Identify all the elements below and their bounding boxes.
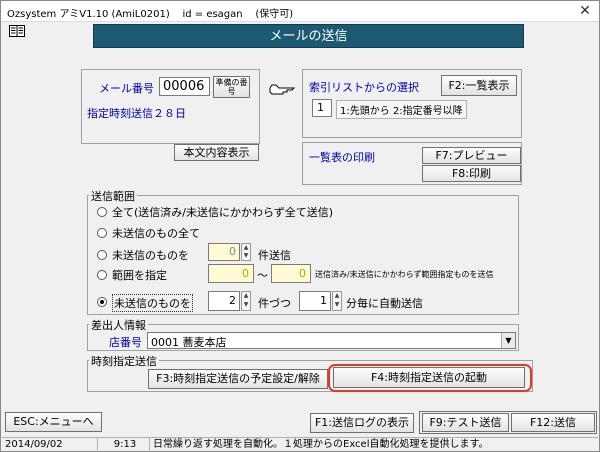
send-log-button[interactable]: F1:送信ログの表示 <box>310 413 414 433</box>
pointing-hand-icon <box>269 84 295 95</box>
status-bar: 2014/09/02 9:13 日常繰り返す処理を自動化。１処理からのExcel… <box>2 437 598 452</box>
store-select-value: 0001 蕎麦本店 <box>151 336 227 349</box>
highlight-ring <box>328 364 532 392</box>
scheduled-send-label: 指定時刻送信２８日 <box>87 107 186 120</box>
index-mode-field[interactable]: 1 <box>312 99 332 117</box>
esc-menu-button[interactable]: ESC:メニューへ <box>5 412 102 432</box>
book-icon[interactable] <box>9 25 25 37</box>
prepare-number-button[interactable]: 準備の番号 <box>213 76 250 98</box>
auto-interval-suffix: 分毎に自動送信 <box>346 297 423 310</box>
mail-number-field[interactable]: 00006 <box>159 77 210 96</box>
status-time: 9:13 <box>98 438 150 452</box>
close-button[interactable]: ✕ <box>577 3 593 19</box>
range-to-field[interactable]: 0 <box>271 264 311 283</box>
title-bar: Ozsystem アミV1.10 (AmiL0201) id = esagan … <box>1 1 599 22</box>
auto-count-field[interactable]: 2 <box>208 291 240 311</box>
index-mode-description: 1:先頭から 2:指定番号以降 <box>336 100 467 119</box>
schedule-title: 時刻指定送信 <box>89 353 159 369</box>
test-send-button[interactable]: F9:テスト送信 <box>422 413 509 432</box>
print-button[interactable]: F8:印刷 <box>422 165 521 182</box>
radio-unsent-all-label: 未送信のもの全て <box>112 227 200 240</box>
radio-auto-send-label: 未送信のものを <box>112 294 193 312</box>
status-message: 日常繰り返す処理を自動化。１処理からのExcel自動化処理を提供します。 <box>153 439 489 450</box>
radio-unsent-count[interactable] <box>97 250 107 260</box>
store-select[interactable]: 0001 蕎麦本店 ▼ <box>147 332 516 349</box>
unsent-count-field[interactable]: 0 <box>208 243 240 261</box>
schedule-setting-button[interactable]: F3:時刻指定送信の予定設定/解除 <box>148 369 328 389</box>
print-label: 一覧表の印刷 <box>309 151 375 164</box>
range-note: 送信済み/未送信にかかわらず範囲指定ものを送信 <box>315 270 494 279</box>
preview-button[interactable]: F7:プレビュー <box>422 147 521 164</box>
status-date: 2014/09/02 <box>2 438 98 452</box>
page-title: メールの送信 <box>93 24 524 48</box>
radio-unsent-all[interactable] <box>97 228 107 238</box>
chevron-down-icon[interactable]: ▼ <box>501 333 515 348</box>
app-window: Ozsystem アミV1.10 (AmiL0201) id = esagan … <box>0 0 600 452</box>
print-panel: 一覧表の印刷 F7:プレビュー F8:印刷 <box>302 142 522 185</box>
index-list-label: 索引リストからの選択 <box>309 81 419 94</box>
radio-range-label: 範囲を指定 <box>112 269 167 282</box>
auto-count-suffix: 件づつ <box>258 297 291 310</box>
unsent-count-suffix: 件送信 <box>258 249 291 262</box>
store-number-label: 店番号 <box>109 336 142 349</box>
list-display-button[interactable]: F2:一覧表示 <box>441 75 517 96</box>
unsent-count-spinner[interactable]: ▲ ▼ <box>241 243 251 261</box>
mail-number-panel: メール番号 00006 準備の番号 指定時刻送信２８日 <box>81 69 260 144</box>
index-list-panel: 索引リストからの選択 F2:一覧表示 1 1:先頭から 2:指定番号以降 <box>302 69 522 138</box>
radio-send-all-label: 全て(送信済み/未送信にかかわらず全て送信) <box>112 206 334 219</box>
radio-unsent-count-label: 未送信のものを <box>112 249 189 262</box>
app-title: Ozsystem アミV1.10 (AmiL0201) id = esagan … <box>7 9 294 20</box>
auto-interval-field[interactable]: 1 <box>299 291 331 311</box>
auto-count-spinner[interactable]: ▲ ▼ <box>241 291 251 311</box>
range-tilde: 〜 <box>257 269 268 282</box>
send-button[interactable]: F12:送信 <box>511 413 595 432</box>
radio-range[interactable] <box>97 270 107 280</box>
mail-number-label: メール番号 <box>99 82 154 95</box>
sender-title: 差出人情報 <box>89 317 148 333</box>
range-from-field[interactable]: 0 <box>208 264 254 283</box>
radio-send-all[interactable] <box>97 207 107 217</box>
send-range-title: 送信範囲 <box>89 188 137 204</box>
body-content-button[interactable]: 本文内容表示 <box>174 144 259 161</box>
radio-auto-send[interactable] <box>97 297 107 307</box>
auto-interval-spinner[interactable]: ▲ ▼ <box>332 291 342 311</box>
